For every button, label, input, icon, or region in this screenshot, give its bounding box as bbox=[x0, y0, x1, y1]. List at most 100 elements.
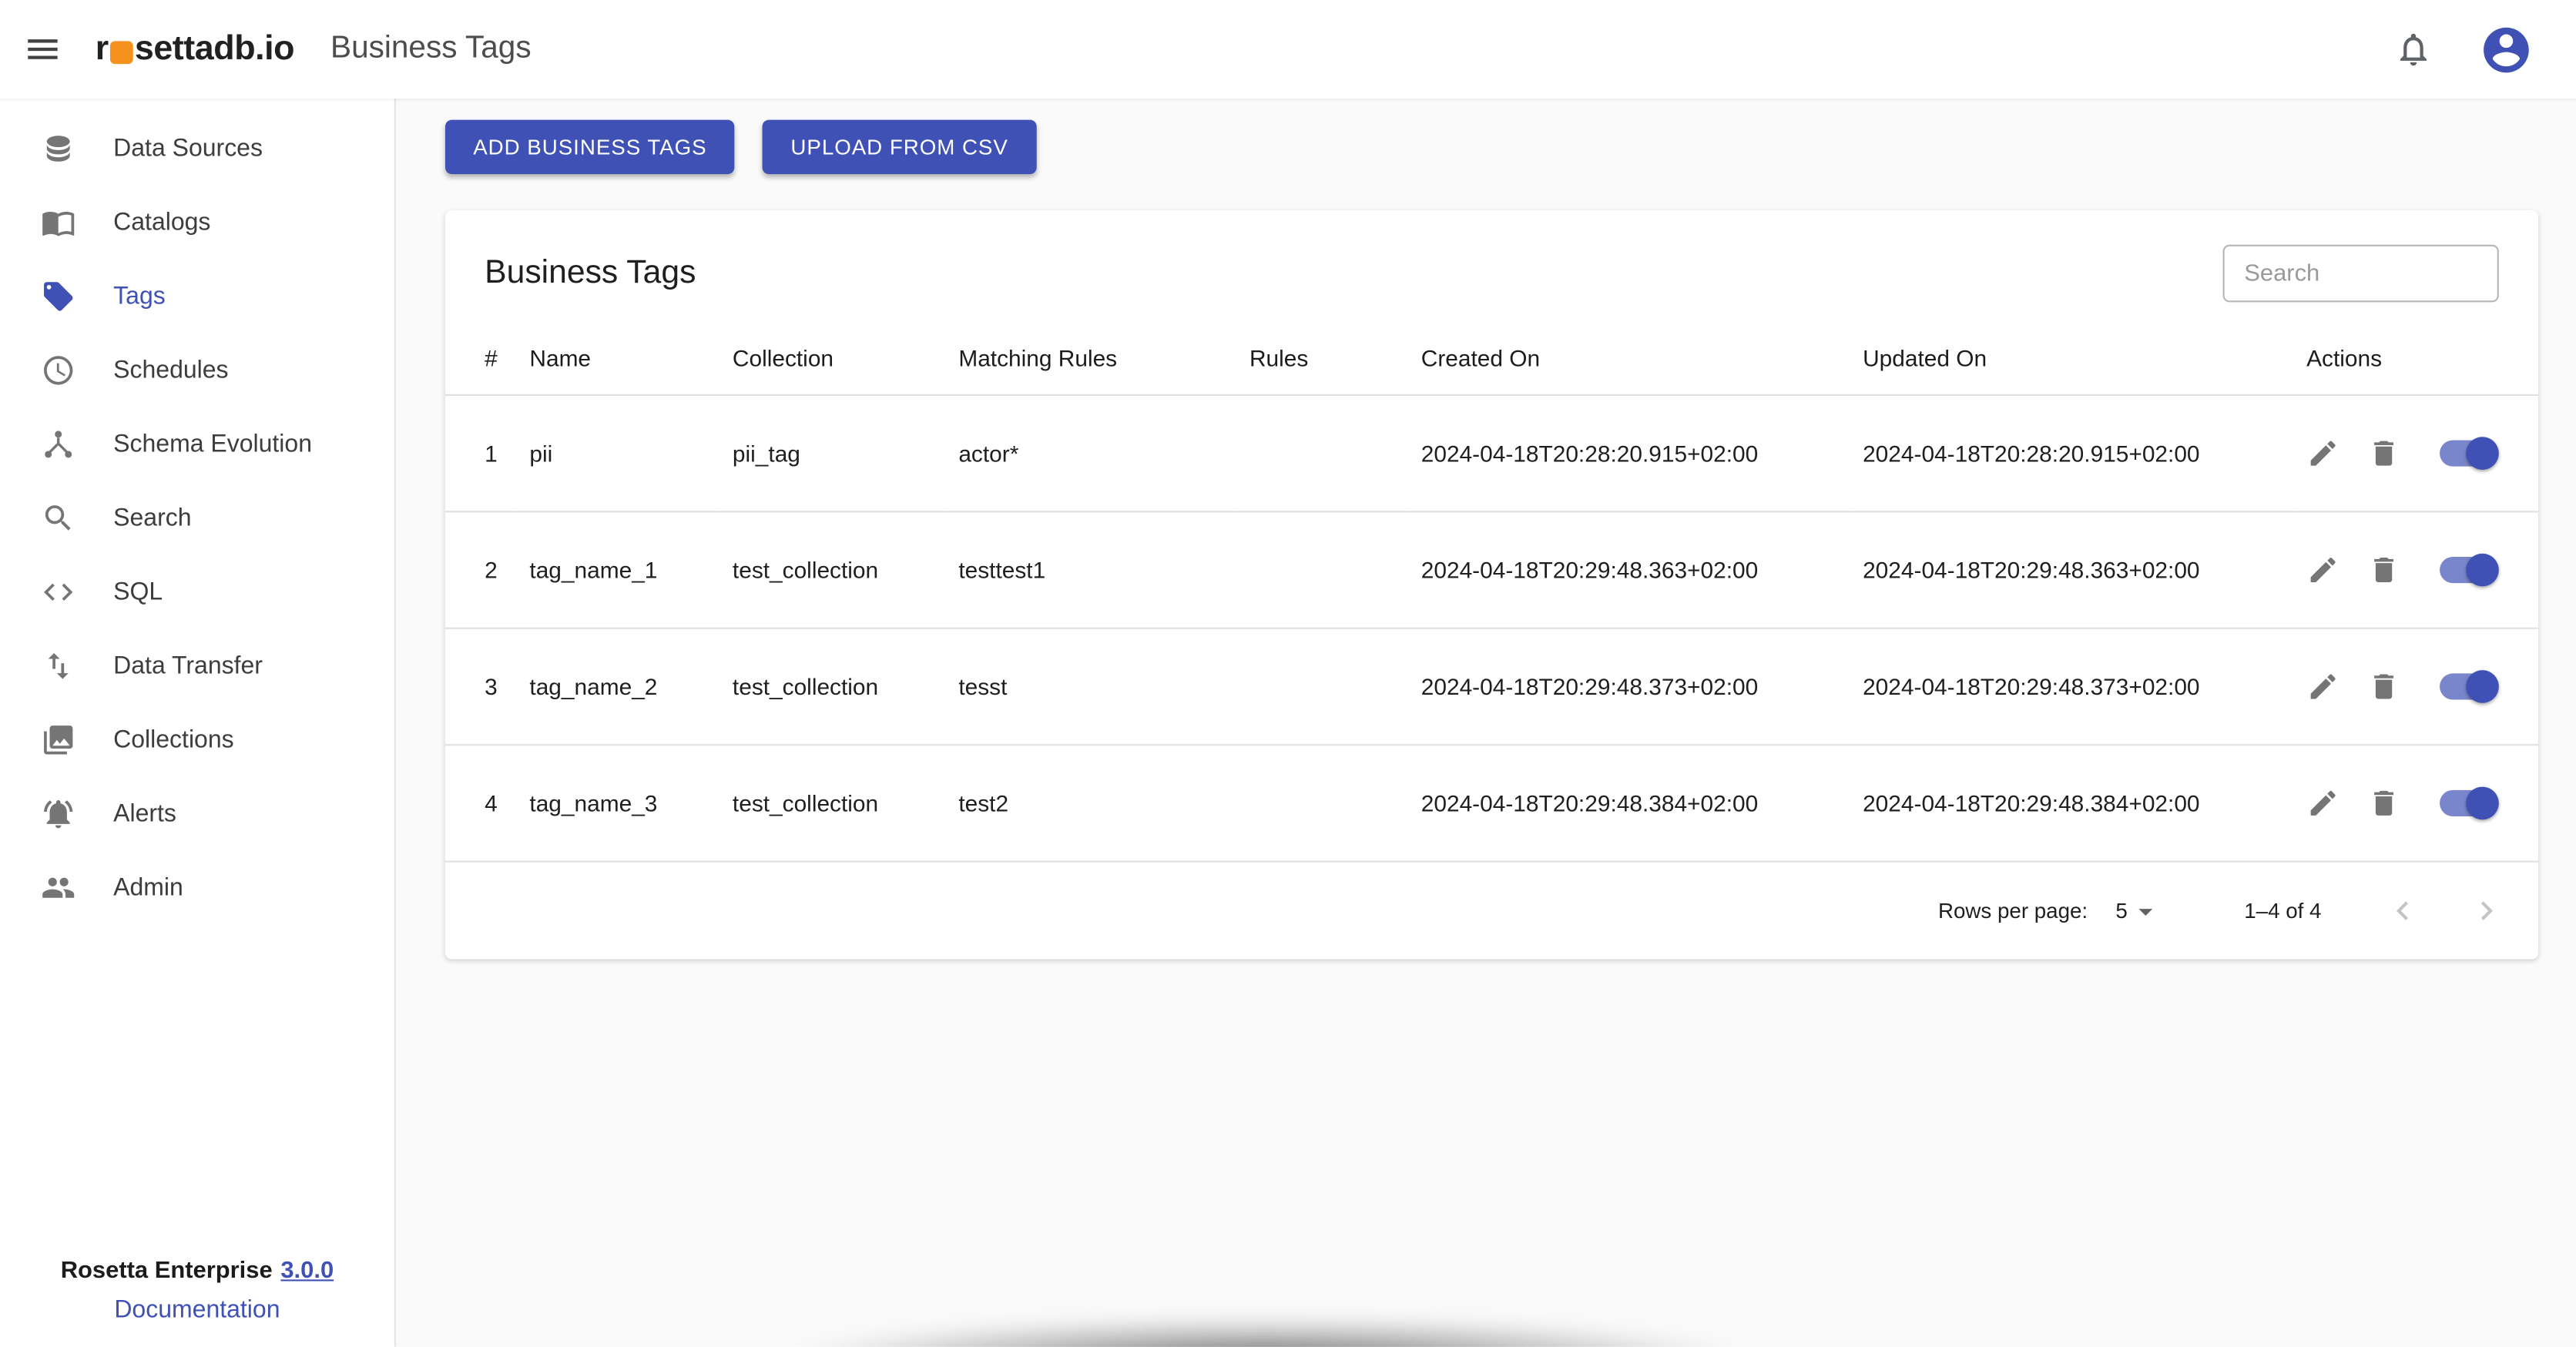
sidebar-item-schedules[interactable]: Schedules bbox=[0, 333, 394, 407]
delete-button[interactable] bbox=[2367, 554, 2400, 587]
logo-text-prefix: r bbox=[95, 29, 109, 68]
cell-created-on: 2024-04-18T20:29:48.373+02:00 bbox=[1407, 628, 1850, 746]
cell-collection: test_collection bbox=[719, 511, 946, 629]
cell-actions bbox=[2293, 511, 2539, 629]
clock-icon bbox=[41, 354, 75, 388]
sidebar-item-sql[interactable]: SQL bbox=[0, 555, 394, 629]
sidebar-item-label: Data Sources bbox=[113, 134, 263, 163]
app-shell: Data Sources Catalogs Tags Schedules Sch… bbox=[0, 98, 2576, 1347]
enabled-toggle[interactable] bbox=[2438, 786, 2499, 820]
enabled-toggle[interactable] bbox=[2438, 670, 2499, 703]
cell-rules bbox=[1236, 628, 1408, 746]
toggle-knob bbox=[2465, 553, 2499, 587]
enabled-toggle[interactable] bbox=[2438, 437, 2499, 470]
menu-button[interactable] bbox=[23, 29, 62, 69]
account-button[interactable] bbox=[2479, 22, 2533, 76]
account-circle-icon bbox=[2479, 22, 2533, 76]
sidebar-footer: Rosetta Enterprise 3.0.0 Documentation bbox=[0, 1241, 394, 1346]
sidebar-item-label: Schedules bbox=[113, 356, 229, 385]
column-header-actions: Actions bbox=[2293, 322, 2539, 396]
search-input[interactable] bbox=[2222, 244, 2499, 303]
sidebar-item-label: Tags bbox=[113, 282, 166, 311]
sidebar: Data Sources Catalogs Tags Schedules Sch… bbox=[0, 98, 396, 1347]
sidebar-item-label: Search bbox=[113, 504, 192, 532]
table-body: 1 pii pii_tag actor* 2024-04-18T20:28:20… bbox=[444, 394, 2539, 863]
cell-actions bbox=[2293, 394, 2539, 513]
sidebar-item-data-transfer[interactable]: Data Transfer bbox=[0, 629, 394, 703]
cell-updated-on: 2024-04-18T20:29:48.373+02:00 bbox=[1850, 628, 2294, 746]
sidebar-nav: Data Sources Catalogs Tags Schedules Sch… bbox=[0, 112, 394, 925]
chevron-right-icon bbox=[2467, 892, 2505, 930]
cell-rules bbox=[1236, 745, 1408, 863]
delete-icon bbox=[2367, 554, 2400, 587]
tag-icon bbox=[41, 280, 75, 314]
logo-text-suffix: settadb.io bbox=[134, 29, 295, 68]
column-header-updated-on: Updated On bbox=[1850, 322, 2294, 396]
sidebar-item-label: Schema Evolution bbox=[113, 430, 313, 459]
next-page-button[interactable] bbox=[2467, 892, 2505, 930]
cell-collection: test_collection bbox=[719, 628, 946, 746]
toolbar: ADD BUSINESS TAGS UPLOAD FROM CSV bbox=[444, 119, 2538, 175]
book-icon bbox=[41, 206, 75, 240]
table-row: 2 tag_name_1 test_collection testtest1 2… bbox=[444, 511, 2539, 629]
cell-name: tag_name_1 bbox=[516, 511, 719, 629]
admin-icon bbox=[41, 870, 75, 905]
cell-name: tag_name_3 bbox=[516, 745, 719, 863]
toggle-knob bbox=[2465, 786, 2499, 820]
documentation-link[interactable]: Documentation bbox=[16, 1296, 377, 1324]
search-icon bbox=[41, 501, 75, 535]
toggle-knob bbox=[2465, 437, 2499, 470]
previous-page-button[interactable] bbox=[2384, 892, 2422, 930]
sidebar-item-search[interactable]: Search bbox=[0, 481, 394, 555]
delete-button[interactable] bbox=[2367, 670, 2400, 703]
cell-name: tag_name_2 bbox=[516, 628, 719, 746]
card-header: Business Tags bbox=[445, 210, 2538, 322]
sidebar-item-catalogs[interactable]: Catalogs bbox=[0, 186, 394, 260]
upload-from-csv-button[interactable]: UPLOAD FROM CSV bbox=[763, 119, 1037, 175]
logo[interactable]: r settadb.io bbox=[95, 29, 295, 69]
sidebar-item-schema-evolution[interactable]: Schema Evolution bbox=[0, 407, 394, 481]
delete-button[interactable] bbox=[2367, 787, 2400, 820]
product-line: Rosetta Enterprise 3.0.0 bbox=[16, 1258, 377, 1285]
delete-button[interactable] bbox=[2367, 437, 2400, 470]
rows-per-page-label: Rows per page: bbox=[1937, 898, 2088, 923]
notifications-button[interactable] bbox=[2393, 29, 2433, 69]
edit-icon bbox=[2306, 437, 2340, 470]
cell-updated-on: 2024-04-18T20:29:48.384+02:00 bbox=[1850, 745, 2294, 863]
edit-icon bbox=[2306, 670, 2340, 703]
cell-rules bbox=[1236, 394, 1408, 513]
rows-per-page-select[interactable]: 5 bbox=[2115, 894, 2162, 927]
table-row: 3 tag_name_2 test_collection tesst 2024-… bbox=[444, 628, 2539, 746]
sidebar-item-collections[interactable]: Collections bbox=[0, 703, 394, 777]
sidebar-item-admin[interactable]: Admin bbox=[0, 851, 394, 925]
cell-name: pii bbox=[516, 394, 719, 513]
toggle-knob bbox=[2465, 670, 2499, 703]
cell-index: 2 bbox=[444, 511, 517, 629]
chevron-left-icon bbox=[2384, 892, 2422, 930]
schema-icon bbox=[41, 427, 75, 462]
edit-button[interactable] bbox=[2306, 554, 2340, 587]
cell-matching-rules: tesst bbox=[945, 628, 1236, 746]
page-title: Business Tags bbox=[330, 31, 532, 66]
cell-actions bbox=[2293, 628, 2539, 746]
edit-button[interactable] bbox=[2306, 437, 2340, 470]
sidebar-item-alerts[interactable]: Alerts bbox=[0, 777, 394, 851]
edit-button[interactable] bbox=[2306, 787, 2340, 820]
pagination: Rows per page: 5 1–4 of 4 bbox=[445, 863, 2538, 960]
alerts-icon bbox=[41, 796, 75, 831]
cell-actions bbox=[2293, 745, 2539, 863]
delete-icon bbox=[2367, 787, 2400, 820]
version-link[interactable]: 3.0.0 bbox=[280, 1258, 334, 1285]
add-business-tags-button[interactable]: ADD BUSINESS TAGS bbox=[444, 119, 735, 175]
pagination-range: 1–4 of 4 bbox=[2244, 898, 2322, 923]
edit-icon bbox=[2306, 554, 2340, 587]
transfer-icon bbox=[41, 648, 75, 683]
column-header-number: # bbox=[444, 322, 517, 396]
collections-icon bbox=[41, 722, 75, 757]
cell-index: 3 bbox=[444, 628, 517, 746]
edit-button[interactable] bbox=[2306, 670, 2340, 703]
sidebar-item-data-sources[interactable]: Data Sources bbox=[0, 112, 394, 186]
enabled-toggle[interactable] bbox=[2438, 553, 2499, 587]
sidebar-item-tags[interactable]: Tags bbox=[0, 260, 394, 333]
card-title: Business Tags bbox=[485, 254, 696, 291]
